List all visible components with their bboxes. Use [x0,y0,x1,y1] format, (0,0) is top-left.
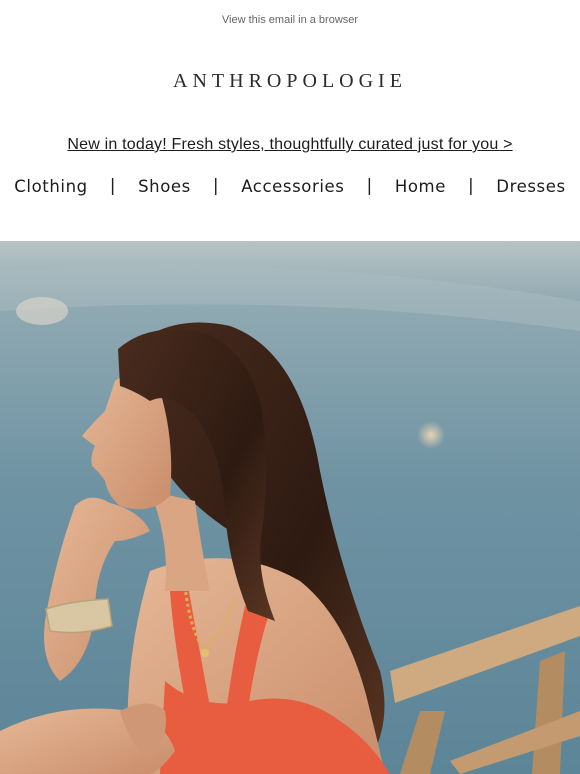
view-in-browser-link[interactable]: View this email in a browser [0,14,580,26]
nav-separator: | [109,176,117,196]
nav-item-accessories[interactable]: Accessories [241,177,344,196]
nav-separator: | [366,176,373,196]
category-nav: Clothing | Shoes | Accessories | Home | … [0,176,580,196]
promo-link[interactable]: New in today! Fresh styles, thoughtfully… [0,136,580,154]
boat-blur [16,297,68,325]
nav-item-dresses[interactable]: Dresses [496,177,565,196]
nav-item-clothing[interactable]: Clothing [14,177,87,196]
brand-logo[interactable]: ANTHROPOLOGIE [0,70,580,93]
hero-image[interactable] [0,241,580,774]
light-bokeh [417,421,445,449]
nav-item-shoes[interactable]: Shoes [138,177,191,196]
nav-item-home[interactable]: Home [395,177,446,196]
nav-separator: | [212,176,220,196]
hero-illustration [0,241,580,774]
nav-separator: | [467,176,475,196]
